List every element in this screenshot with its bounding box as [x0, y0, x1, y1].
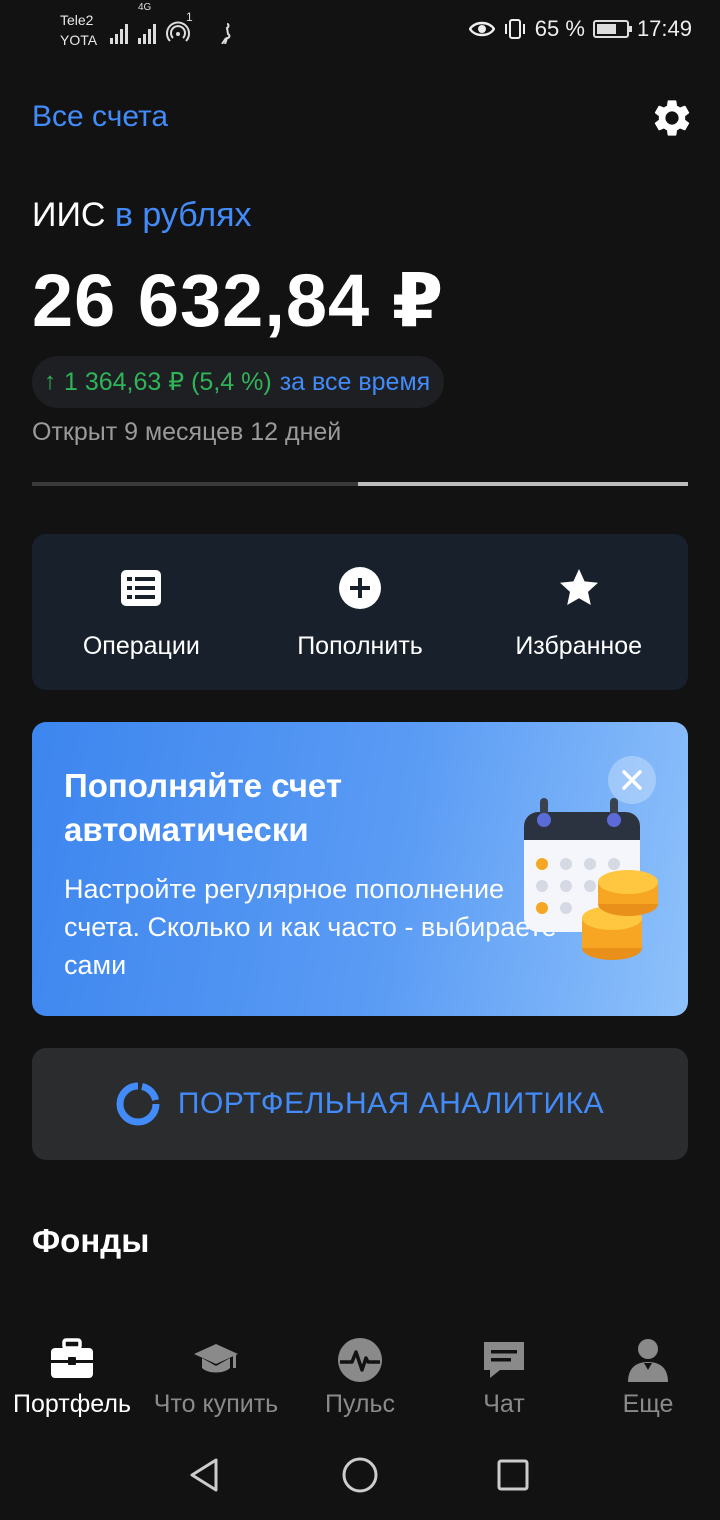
- chat-icon: [484, 1342, 524, 1378]
- carrier-1: Tele2: [60, 12, 94, 28]
- status-bar: Tele2 YOTA 4G 1 65 % 17:49: [0, 0, 720, 62]
- pulse-icon: [338, 1338, 382, 1382]
- page-indicator: [32, 482, 688, 486]
- nav-what-to-buy[interactable]: Что купить: [144, 1318, 288, 1428]
- gear-icon[interactable]: [650, 96, 694, 140]
- battery-icon: [592, 20, 632, 38]
- donut-chart-icon: [116, 1082, 160, 1126]
- page-indicator-segment-1: [32, 482, 358, 486]
- eye-icon: [468, 21, 495, 37]
- banner-text: Настройте регулярное пополнение счета. С…: [64, 874, 557, 980]
- profit-chip[interactable]: ↑ 1 364,63 ₽ (5,4 %) за все время: [32, 356, 445, 408]
- nav-more-label: Еще: [622, 1390, 674, 1418]
- plus-circle-icon: [339, 567, 381, 609]
- page-indicator-segment-2: [358, 482, 688, 486]
- vibrate-icon: [504, 19, 525, 39]
- carrier-2: YOTA: [60, 32, 98, 48]
- nav-pulse-label: Пульс: [324, 1390, 396, 1418]
- home-icon[interactable]: [341, 1456, 379, 1494]
- network-4g-icon: 4G: [138, 2, 156, 44]
- portfolio-analytics-button[interactable]: ПОРТФЕЛЬНАЯ АНАЛИТИКА: [32, 1048, 688, 1160]
- nav-chat-label: Чат: [483, 1390, 525, 1418]
- nav-portfolio[interactable]: Портфель: [0, 1318, 144, 1428]
- account-balance: 26 632,84 ₽: [32, 259, 445, 342]
- briefcase-icon: [51, 1338, 93, 1378]
- operations-label: Операции: [82, 632, 200, 660]
- all-accounts-link[interactable]: Все счета: [32, 100, 168, 134]
- bottom-navigation: Портфель Что купить Пульс Чат Еще: [0, 1318, 720, 1428]
- quick-actions: Операции Пополнить Избранное: [32, 534, 688, 690]
- nav-what-to-buy-label: Что купить: [153, 1390, 279, 1418]
- portfolio-analytics-label: ПОРТФЕЛЬНАЯ АНАЛИТИКА: [177, 1087, 605, 1120]
- clock: 17:49: [636, 16, 692, 41]
- auto-topup-banner[interactable]: Пополняйте счет автоматически Настройте …: [32, 722, 688, 1016]
- back-icon[interactable]: [186, 1456, 224, 1494]
- recents-icon[interactable]: [494, 1456, 532, 1494]
- close-banner-button[interactable]: [608, 756, 656, 804]
- carrier-names: Tele2 YOTA: [60, 10, 97, 50]
- star-icon: [559, 569, 598, 605]
- currency-selector[interactable]: в рублях: [115, 196, 252, 234]
- banner-title: Пополняйте счет автоматически: [64, 767, 343, 848]
- calendar-coins-icon: [524, 798, 658, 960]
- ostrich-icon: [220, 23, 231, 44]
- favorites-button[interactable]: Избранное: [469, 534, 688, 690]
- profit-value: 1 364,63 ₽ (5,4 %): [64, 368, 272, 396]
- nav-portfolio-label: Портфель: [13, 1390, 131, 1418]
- signal-strength-icon: [110, 22, 128, 44]
- account-name: ИИС: [32, 196, 106, 234]
- sim-index: 1: [186, 10, 193, 24]
- section-title-funds: Фонды: [32, 1222, 150, 1259]
- account-title[interactable]: ИИС в рублях: [32, 196, 252, 235]
- profit-period[interactable]: за все время: [280, 368, 430, 397]
- list-icon: [121, 570, 162, 606]
- arrow-up-icon: ↑: [44, 368, 56, 395]
- graduation-cap-icon: [194, 1344, 238, 1373]
- account-opened-duration: Открыт 9 месяцев 12 дней: [32, 418, 342, 446]
- nav-pulse[interactable]: Пульс: [288, 1318, 432, 1428]
- nav-more[interactable]: Еще: [576, 1318, 720, 1428]
- person-icon: [628, 1339, 668, 1382]
- top-up-label: Пополнить: [297, 632, 423, 660]
- status-right: 65 % 17:49: [468, 16, 692, 42]
- favorites-label: Избранное: [515, 632, 643, 660]
- top-up-button[interactable]: Пополнить: [251, 534, 470, 690]
- battery-percent: 65 %: [534, 16, 585, 41]
- nav-chat[interactable]: Чат: [432, 1318, 576, 1428]
- signal-icons: 4G 1: [110, 2, 235, 44]
- operations-button[interactable]: Операции: [32, 534, 251, 690]
- close-icon: [622, 770, 642, 790]
- system-navigation-bar: [0, 1430, 720, 1520]
